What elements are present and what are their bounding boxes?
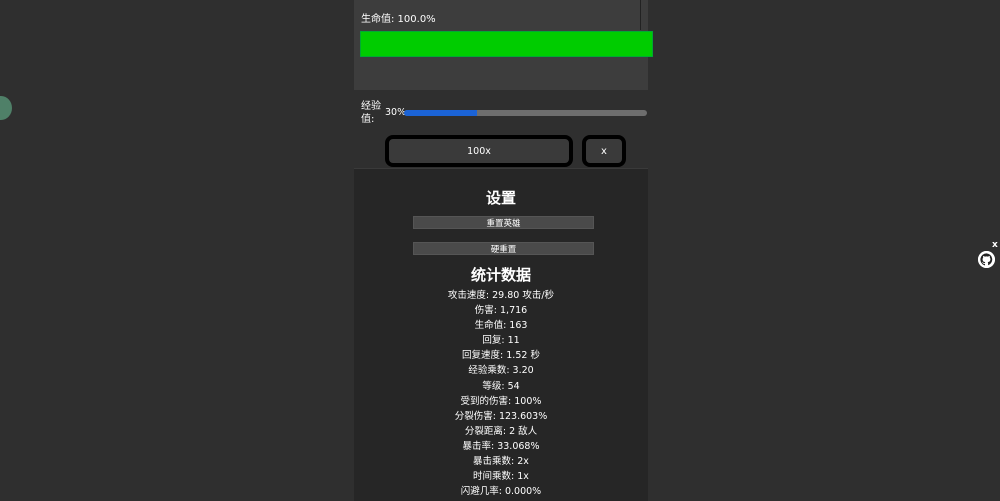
stats-list: 攻击速度: 29.80 攻击/秒 伤害: 1,716 生命值: 163 回复: … xyxy=(354,288,648,499)
hp-label: 生命值: 100.0% xyxy=(361,14,436,25)
reset-hero-button[interactable]: 重置英雄 xyxy=(413,216,594,229)
xp-progress-fill xyxy=(404,110,477,116)
xp-label: 经验值: xyxy=(361,101,381,125)
close-button[interactable]: x xyxy=(582,135,626,167)
stat-line: 回复: 11 xyxy=(482,335,520,347)
side-tab-handle[interactable] xyxy=(0,96,12,120)
stat-line: 分裂距离: 2 敌人 xyxy=(464,425,538,437)
stat-line: 回复速度: 1.52 秒 xyxy=(462,350,540,362)
stat-line: 等级: 54 xyxy=(482,380,520,392)
xp-progress-bar xyxy=(404,110,647,116)
floating-close-icon[interactable]: x xyxy=(992,240,998,250)
stat-line: 生命值: 163 xyxy=(474,320,528,332)
hard-reset-button[interactable]: 硬重置 xyxy=(413,242,594,255)
stat-line: 时间乘数: 1x xyxy=(473,471,529,483)
panel-divider xyxy=(640,0,641,30)
stat-line: 伤害: 1,716 xyxy=(474,305,528,317)
stat-line: 攻击速度: 29.80 攻击/秒 xyxy=(447,290,555,301)
speed-multiplier-button[interactable]: 100x xyxy=(385,135,573,167)
stat-line: 经验乘数: 3.20 xyxy=(468,365,534,377)
game-column: 生命值: 100.0% 经验值: 30% 100x x 设置 重置英雄 硬重置 … xyxy=(354,0,653,501)
settings-panel: 设置 重置英雄 硬重置 统计数据 攻击速度: 29.80 攻击/秒 伤害: 1,… xyxy=(354,168,648,501)
hp-bar-fill xyxy=(361,32,652,56)
stats-title: 统计数据 xyxy=(470,266,531,284)
hp-bar xyxy=(360,31,653,57)
github-cat-icon-graphic xyxy=(978,251,995,268)
github-cat-icon[interactable] xyxy=(978,251,995,268)
stat-line: 暴击乘数: 2x xyxy=(473,456,529,468)
settings-title: 设置 xyxy=(485,189,516,207)
xp-percent: 30% xyxy=(385,107,407,118)
stat-line: 分裂伤害: 123.603% xyxy=(454,410,548,422)
stat-line: 暴击率: 33.068% xyxy=(462,440,540,452)
stat-line: 闪避几率: 0.000% xyxy=(460,486,542,498)
stat-line: 受到的伤害: 100% xyxy=(460,395,542,407)
xp-row: 经验值: 30% xyxy=(354,100,648,128)
